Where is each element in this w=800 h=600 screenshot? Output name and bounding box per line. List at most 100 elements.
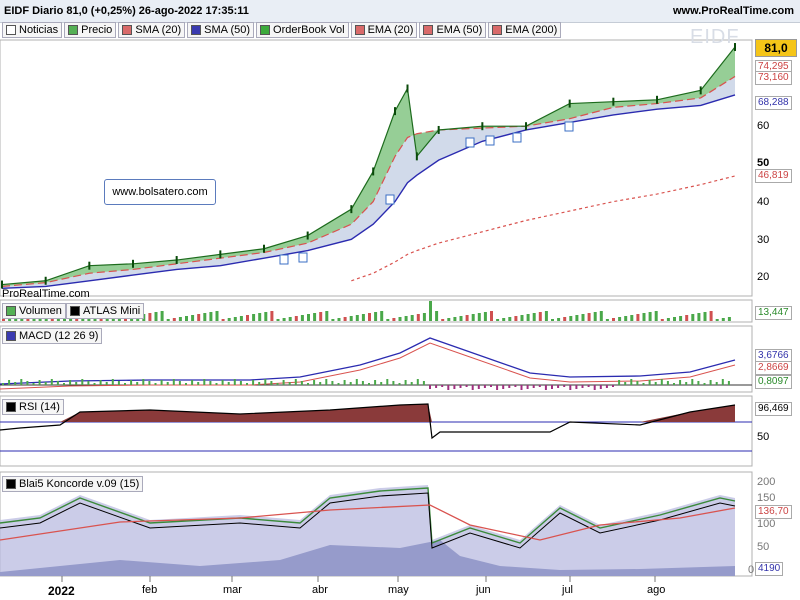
macd-hist-bar xyxy=(453,385,456,389)
volume-bar xyxy=(502,318,506,321)
macd-hist-bar xyxy=(276,383,279,385)
volume-bar xyxy=(618,317,622,321)
macd-hist-bar xyxy=(313,380,316,385)
volume-bar xyxy=(410,315,414,321)
axis-box-sma50: 68,288 xyxy=(755,96,792,110)
macd-hist-bar xyxy=(117,381,120,385)
volume-bar xyxy=(380,311,384,321)
news-icon xyxy=(385,194,395,205)
volume-bar xyxy=(727,317,731,321)
chart-canvas[interactable] xyxy=(0,0,800,600)
macd-line xyxy=(0,337,736,385)
macd-hist-bar xyxy=(343,380,346,385)
macd-hist-bar xyxy=(660,379,663,385)
volume-bar xyxy=(514,316,518,321)
macd-hist-bar xyxy=(679,380,682,385)
bolsatero-annotation[interactable]: www.bolsatero.com xyxy=(104,179,216,205)
macd-hist-bar xyxy=(99,380,102,385)
rsi-swatch xyxy=(6,402,16,412)
macd-hist-bar xyxy=(349,382,352,385)
volume-bar xyxy=(331,319,335,321)
price-chart xyxy=(1,43,736,290)
macd-hist-bar xyxy=(538,385,541,387)
koncorde-value2: 4190 xyxy=(755,562,784,576)
volume-label[interactable]: Volumen xyxy=(2,303,66,319)
koncorde-label[interactable]: Blai5 Koncorde v.09 (15) xyxy=(2,476,144,492)
macd-hist-bar xyxy=(404,380,407,385)
macd-hist-bar xyxy=(483,385,486,388)
macd-hist-bar xyxy=(435,385,438,388)
macd-hist-bar xyxy=(124,383,126,385)
month-label: jul xyxy=(562,584,574,596)
atlas-label[interactable]: ATLAS Mini xyxy=(66,303,145,319)
macd-hist-bar xyxy=(26,381,29,385)
macd-label[interactable]: MACD (12 26 9) xyxy=(2,328,103,344)
macd-hist-bar xyxy=(130,380,133,385)
macd-hist-bar xyxy=(612,385,614,387)
month-label: 2022 xyxy=(48,584,75,598)
macd-hist-bar xyxy=(471,385,474,390)
macd-hist-bar xyxy=(258,382,261,385)
volume-bar xyxy=(288,317,292,321)
macd-hist-bar xyxy=(191,380,194,385)
macd-hist-bar xyxy=(166,382,169,385)
volume-bar xyxy=(313,313,317,321)
volume-bar xyxy=(624,316,628,321)
macd-hist-bar xyxy=(416,379,419,385)
volume-bar xyxy=(197,314,201,321)
volume-bar xyxy=(300,315,304,321)
macd-hist-bar xyxy=(654,382,657,385)
macd-hist-bar xyxy=(307,383,309,385)
volume-bar xyxy=(453,317,457,321)
macd-hist-bar xyxy=(526,385,529,389)
macd-hist-bar xyxy=(215,383,218,385)
macd-hist-bar xyxy=(294,379,297,385)
macd-hist-bar xyxy=(666,381,669,385)
macd-hist-bar xyxy=(337,383,340,385)
volume-bar xyxy=(154,312,158,321)
last-price-tag: 81,0 xyxy=(755,39,797,57)
macd-hist-bar xyxy=(319,382,322,385)
macd-hist-bar xyxy=(239,381,242,385)
ema200-line xyxy=(351,175,736,282)
volume-bar xyxy=(374,312,378,321)
macd-hist-bar xyxy=(325,379,328,385)
volume-bar xyxy=(581,314,585,321)
volume-bar xyxy=(471,314,475,321)
rsi-label[interactable]: RSI (14) xyxy=(2,399,64,415)
volume-bar xyxy=(368,313,371,321)
macd-hist-bar xyxy=(368,383,370,385)
macd-hist-bar xyxy=(459,385,462,388)
volume-bar xyxy=(386,319,390,321)
macd-signal-value: 2,8669 xyxy=(755,361,792,375)
macd-hist-bar xyxy=(56,381,59,385)
volume-bar xyxy=(227,318,231,321)
volume-bar xyxy=(679,316,683,321)
macd-hist-bar xyxy=(331,381,334,385)
volume-bar xyxy=(593,312,597,321)
volume-bar xyxy=(691,314,695,321)
macd-hist-bar xyxy=(593,385,596,390)
macd-hist-bar xyxy=(514,385,517,387)
macd-hist-bar xyxy=(380,382,383,385)
volume-bar xyxy=(575,315,579,321)
macd-hist-bar xyxy=(508,385,511,388)
macd-hist-bar xyxy=(246,383,248,385)
koncorde-swatch xyxy=(6,479,16,489)
macd-hist-bar xyxy=(465,385,468,387)
volume-bar xyxy=(404,316,408,321)
macd-hist-bar xyxy=(233,379,236,385)
volume-bar xyxy=(221,319,225,321)
news-icon xyxy=(298,252,308,263)
macd-chart xyxy=(0,337,752,390)
volume-bar xyxy=(349,316,353,321)
macd-hist-bar xyxy=(75,382,78,385)
koncorde-tick: 100 xyxy=(757,518,776,530)
volume-bar xyxy=(282,318,286,321)
volume-bar xyxy=(648,312,652,321)
volume-bar xyxy=(160,311,164,321)
ticker-watermark: EIDF xyxy=(690,26,740,48)
volume-bar xyxy=(172,318,176,321)
rsi-value: 96,469 xyxy=(755,402,792,416)
macd-hist-bar xyxy=(386,379,389,385)
